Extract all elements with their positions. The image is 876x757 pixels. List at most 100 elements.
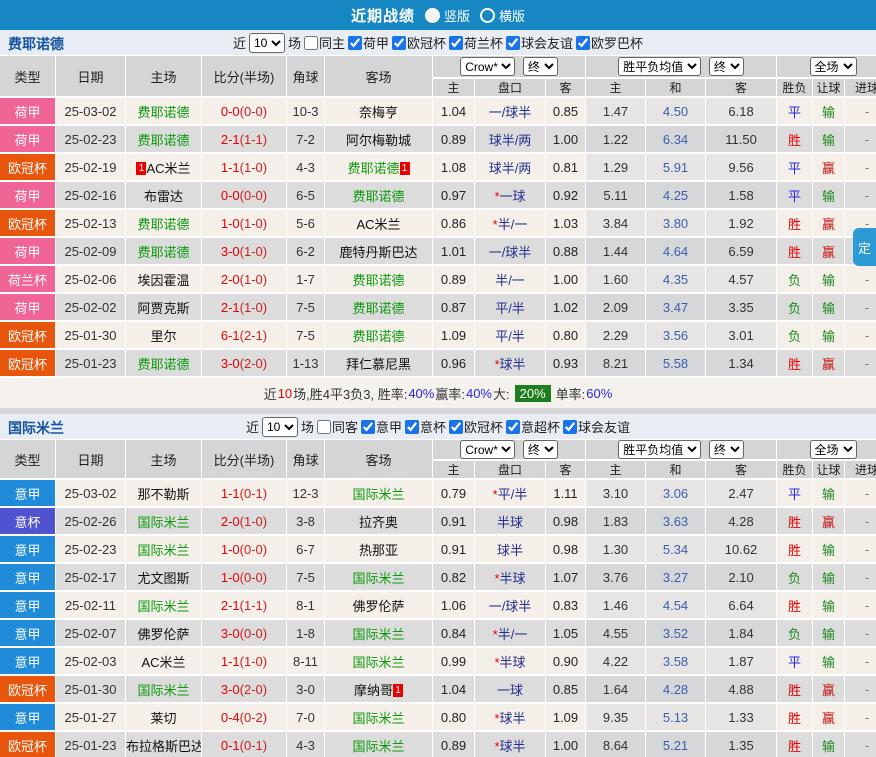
corners-cell: 1-8 (287, 620, 325, 648)
league-filter-意超杯[interactable]: 意超杯 (506, 417, 560, 436)
section-header: 国际米兰 近 10 场 同客 意甲意杯欧冠杯意超杯球会友谊 (0, 414, 876, 440)
avg-draw-cell: 3.52 (646, 620, 706, 648)
match-row: 欧冠杯25-01-30里尔6-1(2-1)7-5费耶诺德1.09平/半0.802… (0, 322, 876, 350)
col-header-avg-draw: 和 (646, 79, 706, 98)
league-checkbox[interactable] (506, 36, 520, 50)
home-team-cell: 布雷达 (126, 182, 202, 210)
odds-company-select[interactable]: Crow* (460, 57, 515, 76)
league-filter-意甲[interactable]: 意甲 (361, 417, 402, 436)
score-cell: 6-1(2-1) (202, 322, 287, 350)
avg-draw-cell: 5.13 (646, 704, 706, 732)
odds-company-select[interactable]: Crow* (460, 440, 515, 459)
avg-home-cell: 1.64 (586, 676, 646, 704)
away-team-cell: 国际米兰 (325, 648, 433, 676)
corners-cell: 3-0 (287, 676, 325, 704)
league-filter-球会友谊[interactable]: 球会友谊 (506, 33, 573, 52)
league-filter-球会友谊[interactable]: 球会友谊 (563, 417, 630, 436)
handicap-cell: 一/球半 (475, 238, 546, 266)
avg-home-cell: 1.83 (586, 508, 646, 536)
summary-text: 赢率: (435, 384, 465, 403)
handicap-result-cell: 赢 (813, 508, 845, 536)
odds-home-cell: 0.79 (433, 480, 475, 508)
league-type-cell: 欧冠杯 (0, 676, 56, 704)
league-checkbox[interactable] (576, 36, 590, 50)
match-row: 欧冠杯25-01-23费耶诺德3-0(2-0)1-13拜仁慕尼黑0.96*球半0… (0, 350, 876, 378)
section-header: 费耶诺德 近 10 场 同主 荷甲欧冠杯荷兰杯球会友谊欧罗巴杯 (0, 30, 876, 56)
league-filter-欧冠杯[interactable]: 欧冠杯 (449, 417, 503, 436)
league-checkbox[interactable] (361, 420, 375, 434)
radio-unselected-icon (480, 8, 495, 23)
result-cell: 胜 (777, 732, 813, 757)
league-filter-意杯[interactable]: 意杯 (405, 417, 446, 436)
home-team-cell: 1AC米兰 (126, 154, 202, 182)
final-odds-select[interactable]: 终 (523, 440, 558, 459)
league-checkbox[interactable] (405, 420, 419, 434)
same-away-checkbox[interactable] (317, 420, 331, 434)
odds-home-cell: 0.80 (433, 704, 475, 732)
odds-away-cell: 0.93 (546, 350, 586, 378)
handicap-result-cell: 输 (813, 732, 845, 757)
match-row: 荷甲25-02-16布雷达0-0(0-0)6-5费耶诺德0.97*一球0.925… (0, 182, 876, 210)
league-filter-荷兰杯[interactable]: 荷兰杯 (449, 33, 503, 52)
odds-away-cell: 1.05 (546, 620, 586, 648)
league-filter-欧罗巴杯[interactable]: 欧罗巴杯 (576, 33, 643, 52)
goals-cell: - (845, 98, 876, 126)
near-label: 近 (233, 33, 246, 52)
near-count-select[interactable]: 10 (262, 417, 298, 437)
odds-away-cell: 1.02 (546, 294, 586, 322)
red-card-badge: 1 (400, 162, 410, 175)
odds-company-header: Crow* 终 (433, 440, 586, 461)
home-team-cell: 埃因霍温 (126, 266, 202, 294)
same-away-filter[interactable]: 同客 (317, 417, 358, 436)
same-home-checkbox[interactable] (304, 36, 318, 50)
league-type-cell: 荷甲 (0, 98, 56, 126)
handicap-result-cell: 输 (813, 266, 845, 294)
corners-cell: 6-7 (287, 536, 325, 564)
league-filter-荷甲[interactable]: 荷甲 (348, 33, 389, 52)
score-cell: 1-0(1-0) (202, 210, 287, 238)
odds-away-cell: 0.80 (546, 322, 586, 350)
league-checkbox[interactable] (348, 36, 362, 50)
col-header-score: 比分(半场) (202, 56, 287, 98)
avg-away-cell: 10.62 (706, 536, 777, 564)
league-checkbox[interactable] (506, 420, 520, 434)
league-label: 荷甲 (363, 33, 389, 52)
league-type-cell: 荷甲 (0, 238, 56, 266)
league-label: 球会友谊 (578, 417, 630, 436)
fullmatch-header: 全场 (777, 56, 876, 79)
near-count-select[interactable]: 10 (249, 33, 285, 53)
avg-home-cell: 2.09 (586, 294, 646, 322)
fullmatch-select[interactable]: 全场 (810, 57, 857, 76)
col-header-type: 类型 (0, 440, 56, 480)
home-team-cell: 里尔 (126, 322, 202, 350)
same-home-filter[interactable]: 同主 (304, 33, 345, 52)
avg-draw-cell: 3.63 (646, 508, 706, 536)
fullmatch-select[interactable]: 全场 (810, 440, 857, 459)
league-type-cell: 意甲 (0, 648, 56, 676)
avg-odds-select[interactable]: 胜平负均值 (618, 57, 701, 76)
league-filter-欧冠杯[interactable]: 欧冠杯 (392, 33, 446, 52)
league-checkbox[interactable] (392, 36, 406, 50)
goals-cell: - (845, 536, 876, 564)
final-avg-select[interactable]: 终 (709, 57, 744, 76)
score-cell: 1-0(0-0) (202, 564, 287, 592)
radio-horizontal-layout[interactable]: 横版 (480, 6, 525, 25)
final-odds-select[interactable]: 终 (523, 57, 558, 76)
league-type-cell: 意甲 (0, 704, 56, 732)
league-checkbox[interactable] (563, 420, 577, 434)
handicap-result-cell: 输 (813, 620, 845, 648)
home-team-cell: 费耶诺德 (126, 238, 202, 266)
match-row: 意甲25-02-17尤文图斯1-0(0-0)7-5国际米兰0.82*半球1.07… (0, 564, 876, 592)
final-avg-select[interactable]: 终 (709, 440, 744, 459)
radio-vertical-layout[interactable]: 竖版 (425, 6, 470, 25)
avg-home-cell: 3.10 (586, 480, 646, 508)
league-type-cell: 欧冠杯 (0, 350, 56, 378)
away-team-cell: 拜仁慕尼黑 (325, 350, 433, 378)
league-checkbox[interactable] (449, 420, 463, 434)
pin-side-tab[interactable]: 定 (853, 228, 876, 266)
avg-home-cell: 1.46 (586, 592, 646, 620)
handicap-cell: 一/球半 (475, 98, 546, 126)
avg-odds-select[interactable]: 胜平负均值 (618, 440, 701, 459)
league-checkbox[interactable] (449, 36, 463, 50)
corners-cell: 7-0 (287, 704, 325, 732)
